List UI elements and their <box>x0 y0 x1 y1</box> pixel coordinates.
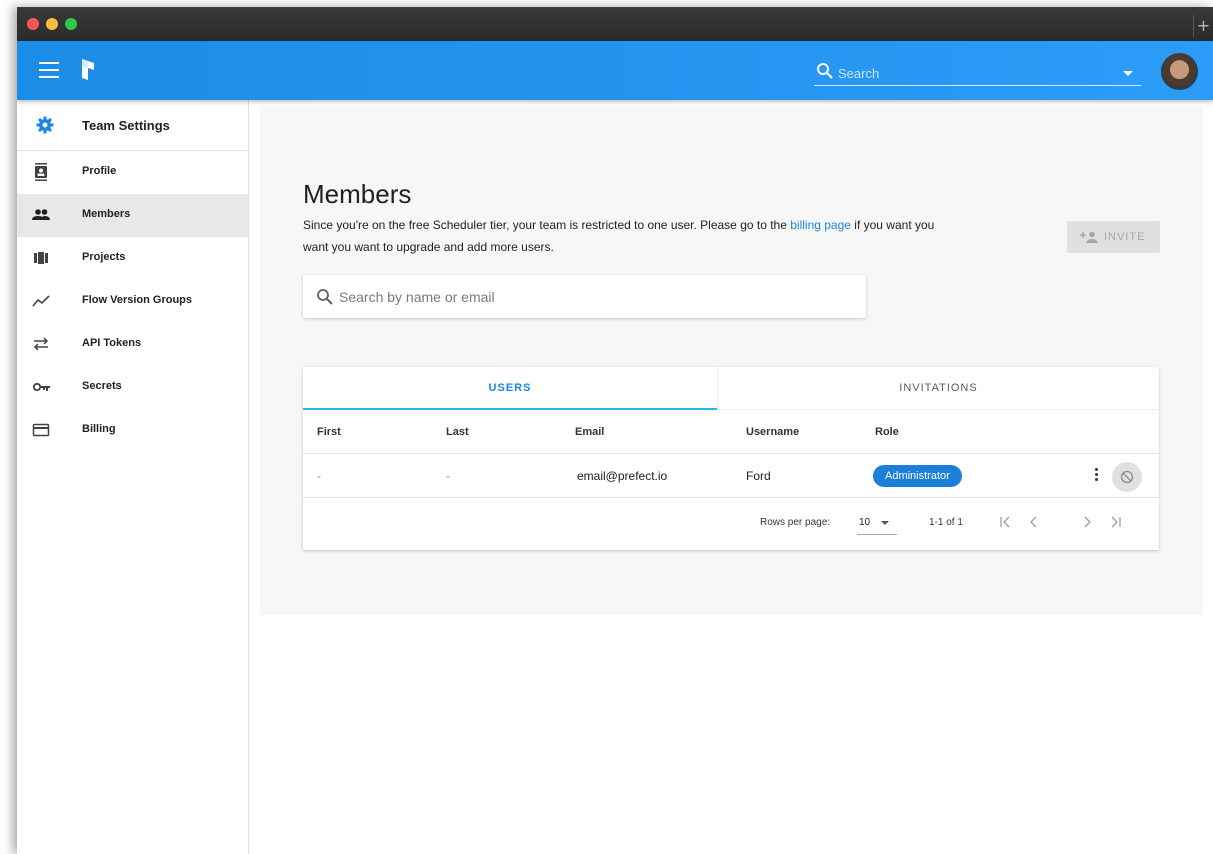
sidebar-item-label: Profile <box>82 165 117 177</box>
table-row: - - email@prefect.io Ford Administrator <box>303 454 1159 498</box>
chevron-down-icon[interactable] <box>1123 71 1133 76</box>
invite-button[interactable]: INVITE <box>1067 221 1160 253</box>
sidebar-item-flow-version-groups[interactable]: Flow Version Groups <box>17 280 248 323</box>
block-icon <box>1120 470 1134 489</box>
role-badge: Administrator <box>873 465 962 487</box>
prefect-logo[interactable] <box>80 57 96 88</box>
global-search <box>814 61 1141 86</box>
sidebar-item-label: API Tokens <box>82 337 142 349</box>
column-header-email[interactable]: Email <box>575 426 604 438</box>
tab-invitations[interactable]: INVITATIONS <box>717 367 1159 410</box>
sidebar-item-label: Flow Version Groups <box>82 294 193 306</box>
billing-page-link[interactable]: billing page <box>790 218 851 232</box>
remove-user-button[interactable] <box>1112 462 1142 492</box>
sidebar-item-label: Billing <box>82 423 116 435</box>
maximize-window-button[interactable] <box>65 18 77 30</box>
sidebar-item-billing[interactable]: Billing <box>17 409 248 452</box>
first-page-button[interactable] <box>994 511 1016 533</box>
people-icon <box>31 206 51 224</box>
rows-per-page-label: Rows per page: <box>760 517 831 528</box>
sidebar-item-projects[interactable]: Projects <box>17 237 248 280</box>
column-header-role[interactable]: Role <box>875 426 899 438</box>
title-bar: + <box>17 7 1213 41</box>
table-pagination: Rows per page: 10 1-1 of 1 <box>303 498 1159 550</box>
cell-email: email@prefect.io <box>577 469 668 483</box>
rows-per-page-select[interactable]: 10 <box>857 511 897 535</box>
tier-notice: Since you're on the free Scheduler tier,… <box>303 214 953 258</box>
hamburger-menu-icon[interactable] <box>39 62 59 78</box>
search-icon <box>316 288 334 311</box>
member-search-input[interactable] <box>339 286 839 307</box>
column-header-last[interactable]: Last <box>446 426 469 438</box>
rows-per-page-value: 10 <box>859 517 871 528</box>
global-search-input[interactable] <box>838 63 1098 83</box>
close-window-button[interactable] <box>27 18 39 30</box>
minimize-window-button[interactable] <box>46 18 58 30</box>
chevron-down-icon <box>881 521 889 525</box>
sidebar-item-secrets[interactable]: Secrets <box>17 366 248 409</box>
members-panel: Members Since you're on the free Schedul… <box>260 106 1203 615</box>
tab-users[interactable]: USERS <box>303 367 717 410</box>
sidebar-item-label: Projects <box>82 251 126 263</box>
previous-page-button[interactable] <box>1023 511 1045 533</box>
members-table-card: USERS INVITATIONS First Last Email Usern… <box>303 367 1159 550</box>
more-options-icon[interactable] <box>1093 468 1099 484</box>
new-tab-button[interactable]: + <box>1193 15 1213 37</box>
notice-text: Since you're on the free Scheduler tier,… <box>303 218 791 232</box>
member-search <box>303 275 866 318</box>
person-add-icon <box>1079 231 1099 246</box>
last-page-button[interactable] <box>1105 511 1127 533</box>
sidebar-header: Team Settings <box>17 100 248 151</box>
column-header-username[interactable]: Username <box>746 426 799 438</box>
sidebar-item-label: Secrets <box>82 380 122 392</box>
gear-icon <box>36 116 54 139</box>
next-page-button[interactable] <box>1076 511 1098 533</box>
cell-username: Ford <box>746 469 771 483</box>
credit-card-icon <box>31 421 51 439</box>
app-bar <box>17 41 1213 100</box>
avatar[interactable] <box>1161 53 1198 90</box>
browser-window: + Search Team Settings Profile Members P… <box>17 7 1213 854</box>
sidebar-item-profile[interactable]: Profile <box>17 151 248 194</box>
sidebar-item-members[interactable]: Members <box>17 194 248 237</box>
sidebar-item-label: Members <box>82 208 131 220</box>
sidebar-title: Team Settings <box>82 118 170 133</box>
sidebar-item-api-tokens[interactable]: API Tokens <box>17 323 248 366</box>
search-icon <box>816 62 834 85</box>
cell-last: - <box>446 469 450 483</box>
invite-label: INVITE <box>1104 231 1146 243</box>
key-icon <box>31 378 51 396</box>
cell-first: - <box>317 469 321 483</box>
trending-icon <box>31 292 51 310</box>
swap-icon <box>31 335 51 353</box>
profile-icon <box>31 163 51 181</box>
projects-icon <box>31 249 51 267</box>
column-header-first[interactable]: First <box>317 426 341 438</box>
table-header: First Last Email Username Role <box>303 410 1159 454</box>
sidebar: Team Settings Profile Members Projects F… <box>17 100 249 854</box>
members-tabs: USERS INVITATIONS <box>303 367 1159 410</box>
page-title: Members <box>303 179 412 209</box>
page-range: 1-1 of 1 <box>929 517 963 528</box>
